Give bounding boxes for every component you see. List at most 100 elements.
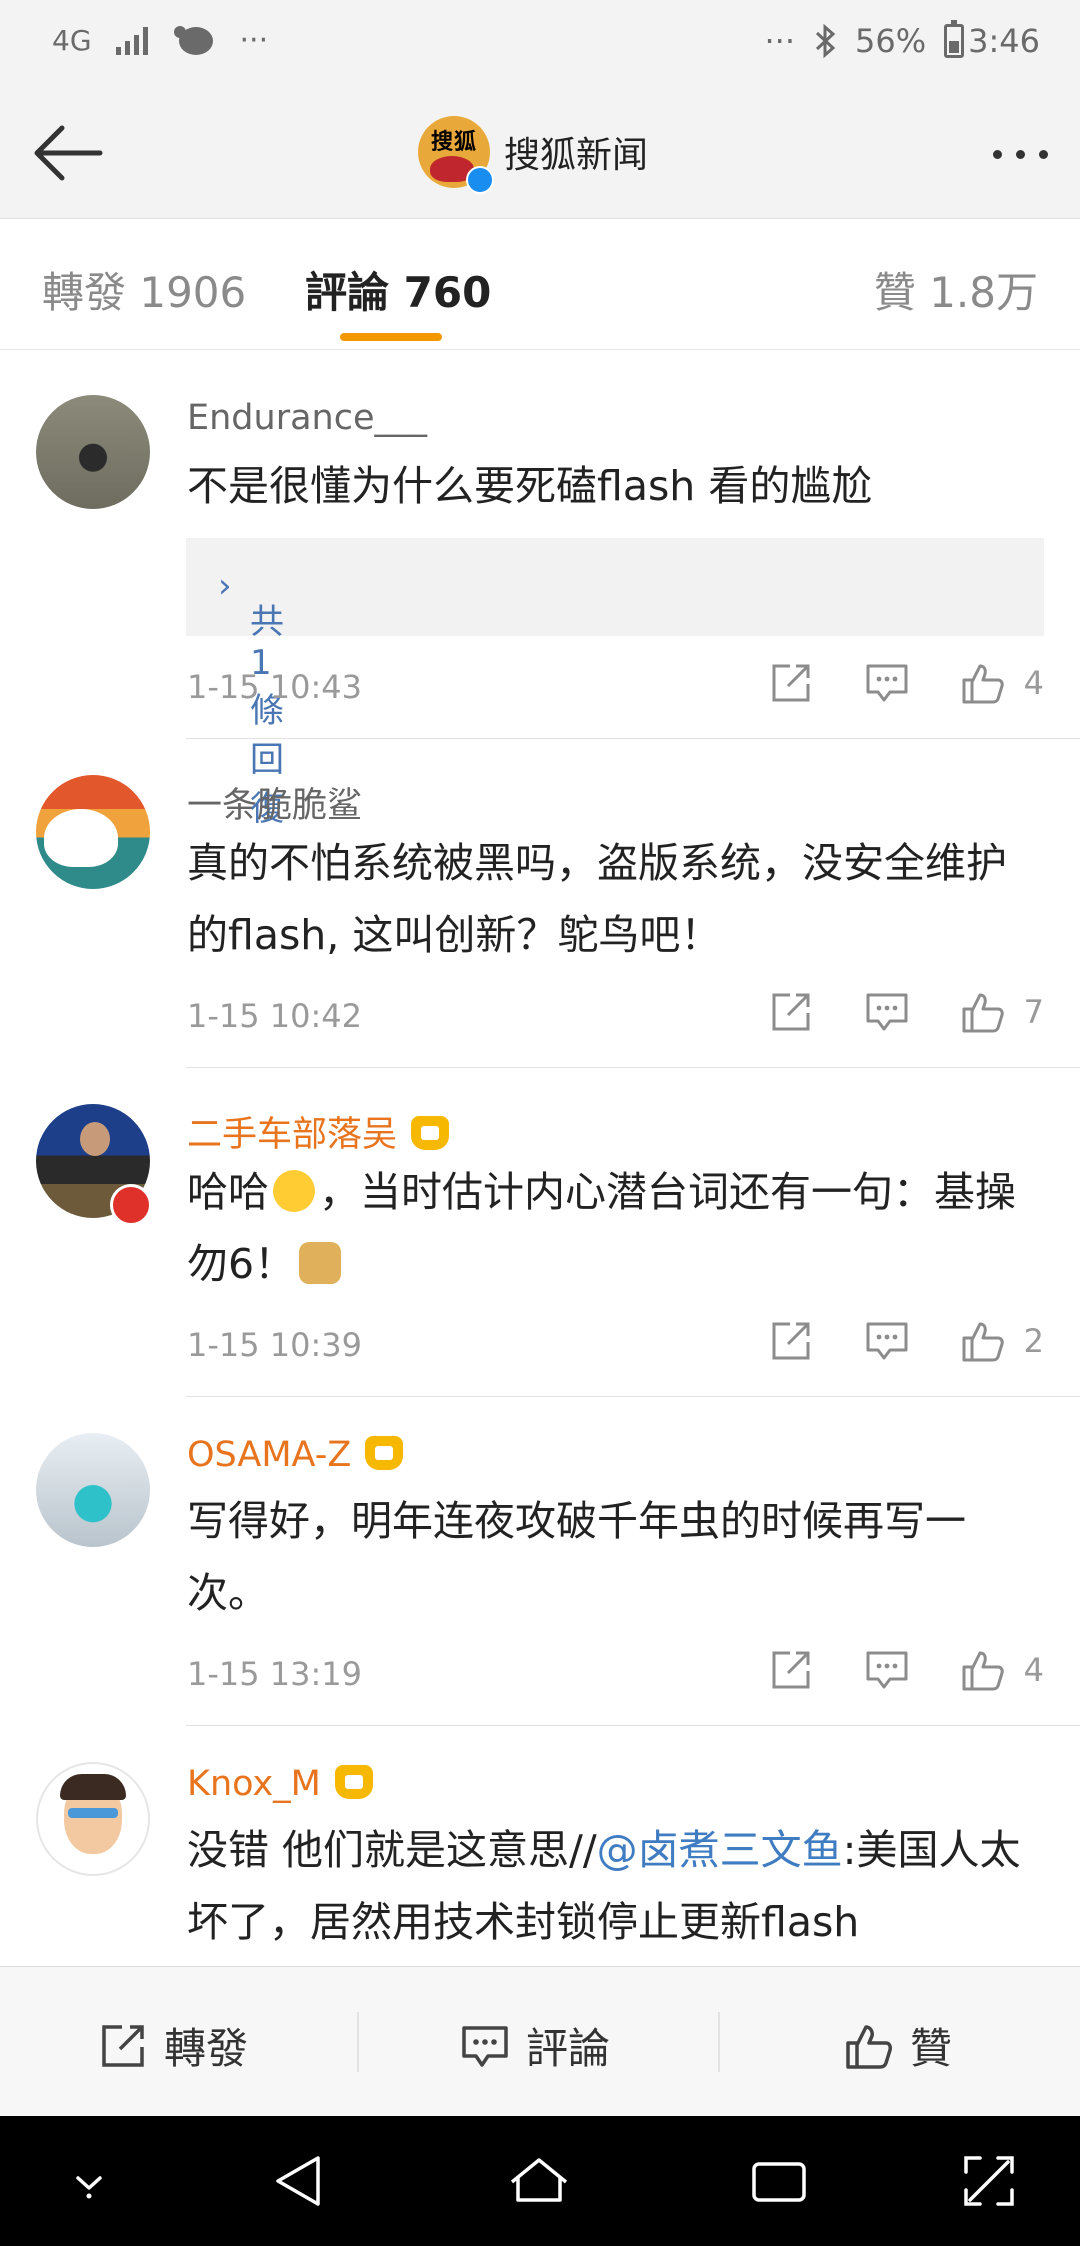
more-notifications: ···: [239, 22, 269, 58]
divider: [186, 1067, 1080, 1068]
like-count: 2: [1023, 1322, 1044, 1360]
doge-emoji-icon: [299, 1242, 342, 1284]
recent-apps-icon[interactable]: [748, 2150, 810, 2212]
tab-reposts[interactable]: 轉發 1906: [42, 259, 246, 320]
like-button[interactable]: 贊: [844, 2015, 952, 2076]
user-mention-link[interactable]: @卤煮三文鱼: [597, 1826, 843, 1874]
comment-actions: 4: [718, 660, 1044, 706]
username[interactable]: 二手车部落吴: [187, 1115, 397, 1155]
repost-button[interactable]: [768, 660, 814, 706]
thumbs-up-icon: [962, 1651, 1004, 1691]
battery-icon: [944, 20, 965, 58]
notification-app-icon: [173, 26, 213, 55]
replies-box[interactable]: 共1條回復 ›: [186, 538, 1044, 829]
comment-label: 評論: [526, 2024, 611, 2073]
back-arrow-icon[interactable]: [28, 118, 108, 188]
vip-crown-icon: [411, 1116, 450, 1150]
username[interactable]: 一条脆脆鲨: [187, 777, 362, 828]
repost-label: 轉發: [164, 2024, 249, 2073]
comment-list[interactable]: Endurance___ 不是很懂为什么要死磕flash 看的尴尬 共1條回復 …: [0, 360, 1080, 1965]
page-title: 搜狐新闻: [504, 135, 649, 176]
like-button[interactable]: 2: [960, 1318, 1044, 1364]
comment-actions: 4: [718, 1647, 1044, 1693]
expand-icon[interactable]: [958, 2150, 1020, 2212]
bottom-action-bar: 轉發 評論 贊: [0, 1966, 1080, 2117]
divider: [357, 2012, 359, 2072]
reply-button[interactable]: [864, 1318, 910, 1364]
username-line: OSAMA-Z: [187, 1435, 404, 1475]
username[interactable]: Knox_M: [187, 1764, 321, 1804]
username[interactable]: OSAMA-Z: [187, 1435, 351, 1475]
reply-button[interactable]: [864, 660, 910, 706]
repost-button[interactable]: [768, 1318, 814, 1364]
comment-icon: [866, 664, 908, 702]
clock: 3:46: [968, 22, 1040, 60]
comment-text-part: 哈哈: [187, 1168, 269, 1216]
comment-button[interactable]: 評論: [460, 2015, 610, 2076]
tab-likes[interactable]: 贊 1.8万: [874, 259, 1038, 320]
thumbs-up-icon: [846, 2024, 892, 2069]
reply-button[interactable]: [864, 989, 910, 1035]
comment-icon: [866, 1651, 908, 1689]
like-count: 4: [1023, 1651, 1044, 1689]
laughing-crying-emoji-icon: [273, 1170, 315, 1212]
network-type: 4G: [52, 23, 92, 57]
status-bar: 4G ··· ··· 56% 3:46: [0, 0, 1080, 90]
like-count: 7: [1023, 993, 1044, 1031]
comment-actions: 7: [718, 989, 1044, 1035]
comment-icon: [462, 2025, 508, 2067]
share-icon: [772, 993, 810, 1031]
comment-time: 1-15 13:19: [187, 1655, 363, 1693]
bluetooth-icon: [815, 23, 836, 59]
divider: [186, 1396, 1080, 1397]
username-line: Knox_M: [187, 1764, 373, 1804]
comment-text: 真的不怕系统被黑吗，盗版系统，没安全维护的flash, 这叫创新？鸵鸟吧！: [187, 839, 1007, 959]
divider: [186, 738, 1080, 739]
like-label: 贊: [910, 2024, 953, 2073]
logo-text: 搜狐: [430, 130, 477, 155]
chevron-right-icon: ›: [218, 566, 232, 606]
account-header[interactable]: 搜狐 搜狐新闻: [418, 116, 648, 188]
tab-comments[interactable]: 評論 760: [305, 259, 491, 320]
verified-badge-icon: [466, 166, 494, 194]
user-avatar[interactable]: [36, 1433, 150, 1547]
share-icon: [772, 664, 810, 702]
user-avatar[interactable]: [36, 1762, 150, 1876]
comment-time: 1-15 10:43: [187, 668, 363, 706]
share-icon: [772, 1651, 810, 1689]
comment-text: 哈哈 ，当时估计内心潜台词还有一句：基操勿6！: [187, 1156, 1044, 1300]
comment-time: 1-15 10:42: [187, 997, 363, 1035]
more-dots-icon[interactable]: [993, 150, 1048, 159]
repost-button[interactable]: 轉發: [98, 2015, 248, 2076]
thumbs-up-icon: [962, 1322, 1004, 1362]
divider: [718, 2012, 720, 2072]
comment-icon: [866, 993, 908, 1031]
signal-icon: [115, 25, 148, 55]
divider: [186, 1725, 1080, 1726]
comment-icon: [866, 1322, 908, 1360]
home-icon[interactable]: [508, 2150, 570, 2212]
top-nav-bar: 搜狐 搜狐新闻: [0, 90, 1080, 219]
more-status: ···: [764, 22, 796, 60]
like-button[interactable]: 4: [960, 1647, 1044, 1693]
reply-button[interactable]: [864, 1647, 910, 1693]
user-avatar[interactable]: [36, 395, 150, 509]
repost-button[interactable]: [768, 1647, 814, 1693]
repost-button[interactable]: [768, 989, 814, 1035]
username[interactable]: Endurance___: [187, 398, 427, 438]
user-avatar[interactable]: [36, 775, 150, 889]
thumbs-up-icon: [962, 993, 1004, 1033]
comment-actions: 2: [718, 1318, 1044, 1364]
username-line: 二手车部落吴: [187, 1106, 450, 1157]
comment-text: 写得好，明年连夜攻破千年虫的时候再写一次。: [187, 1497, 966, 1617]
battery-percent: 56%: [855, 22, 927, 60]
like-button[interactable]: 4: [960, 660, 1044, 706]
like-button[interactable]: 7: [960, 989, 1044, 1035]
system-navigation-bar: [0, 2116, 1080, 2246]
chevron-down-icon[interactable]: [58, 2150, 120, 2212]
comment-text: 没错 他们就是这意思//@卤煮三文鱼:美国人太坏了，居然用技术封锁停止更新fla…: [187, 1814, 1044, 1958]
comment-text-part: 没错 他们就是这意思//: [187, 1826, 597, 1874]
vip-crown-icon: [334, 1765, 373, 1799]
back-triangle-icon[interactable]: [270, 2150, 332, 2212]
share-icon: [102, 2024, 144, 2067]
